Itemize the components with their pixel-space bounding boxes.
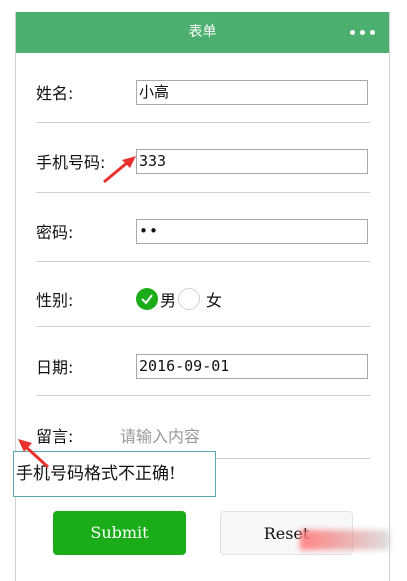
annotation-arrow-icon xyxy=(103,156,136,184)
divider xyxy=(36,261,370,262)
date-label: 日期: xyxy=(36,358,74,377)
date-input[interactable]: 2016-09-01 xyxy=(136,354,368,379)
password-input[interactable]: •• xyxy=(136,219,368,244)
gender-label: 性别: xyxy=(36,291,74,310)
radio-female-label: 女 xyxy=(206,291,223,310)
nav-bar: 表单 xyxy=(16,12,389,53)
submit-button[interactable]: Submit xyxy=(53,511,186,555)
password-label: 密码: xyxy=(36,223,74,242)
phone-label: 手机号码: xyxy=(36,153,106,172)
phone-screen: 表单 姓名: 小高 手机号码: 333 密码: •• 性别: 男 女 日期: 2… xyxy=(13,12,390,581)
divider xyxy=(36,192,370,193)
name-input[interactable]: 小高 xyxy=(136,80,368,105)
radio-male[interactable] xyxy=(136,288,158,310)
phone-input[interactable]: 333 xyxy=(136,149,368,174)
more-menu-icon[interactable] xyxy=(350,30,375,35)
blurred-watermark xyxy=(300,530,390,550)
annotation-arrow-icon xyxy=(18,439,50,469)
nav-title: 表单 xyxy=(188,24,217,40)
divider xyxy=(36,326,370,327)
radio-male-label: 男 xyxy=(160,291,177,310)
message-textarea[interactable]: 请输入内容 xyxy=(120,423,200,447)
check-icon xyxy=(141,294,153,305)
divider xyxy=(36,395,370,396)
name-label: 姓名: xyxy=(36,84,74,103)
divider xyxy=(36,122,370,123)
radio-female[interactable] xyxy=(178,288,201,310)
gender-radio-group: 男 女 xyxy=(136,287,222,311)
